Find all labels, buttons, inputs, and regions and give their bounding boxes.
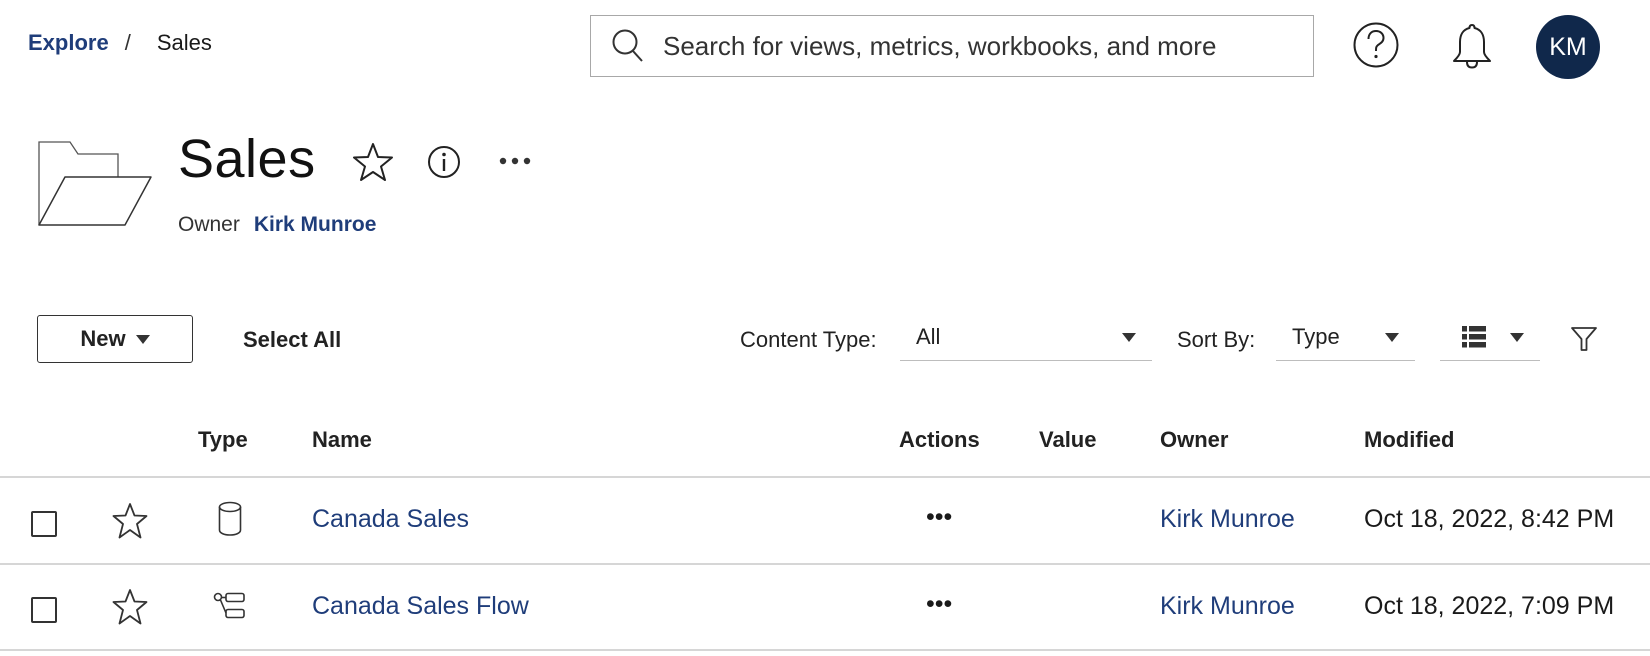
new-button-label: New <box>80 326 126 351</box>
bell-icon[interactable] <box>1448 20 1496 70</box>
content-type-label: Content Type: <box>740 327 877 352</box>
page-title: Sales <box>178 129 316 189</box>
column-header-modified[interactable]: Modified <box>1364 427 1454 453</box>
table-row: Canada Sales ••• Kirk Munroe Oct 18, 202… <box>0 478 1650 564</box>
column-header-value[interactable]: Value <box>1039 427 1096 453</box>
chevron-down-icon <box>1122 332 1136 342</box>
view-mode-select[interactable] <box>1440 314 1540 361</box>
data-source-cylinder-icon <box>218 501 242 536</box>
item-owner-link[interactable]: Kirk Munroe <box>1160 505 1295 534</box>
breadcrumb-explore-link[interactable]: Explore <box>28 30 109 56</box>
new-button[interactable]: New <box>37 315 193 363</box>
more-actions-icon[interactable]: ••• <box>926 503 952 532</box>
item-name-link[interactable]: Canada Sales Flow <box>312 592 529 621</box>
info-icon[interactable] <box>427 145 461 179</box>
breadcrumb-separator: / <box>124 30 131 55</box>
column-header-type[interactable]: Type <box>198 427 248 453</box>
item-owner-link[interactable]: Kirk Munroe <box>1160 592 1295 621</box>
sort-by-select[interactable]: Type <box>1276 314 1415 361</box>
content-type-value: All <box>916 324 941 349</box>
table-row: Canada Sales Flow ••• Kirk Munroe Oct 18… <box>0 565 1650 651</box>
chevron-down-icon <box>1510 332 1524 342</box>
chevron-down-icon <box>1385 332 1399 342</box>
column-header-owner[interactable]: Owner <box>1160 427 1228 453</box>
chevron-down-icon <box>135 334 150 344</box>
sort-by-value: Type <box>1292 324 1340 349</box>
row-checkbox[interactable] <box>31 597 57 623</box>
filter-icon[interactable] <box>1570 326 1598 352</box>
owner-label: Owner <box>178 213 240 236</box>
item-modified: Oct 18, 2022, 8:42 PM <box>1364 505 1615 533</box>
select-all-button[interactable]: Select All <box>243 327 341 353</box>
breadcrumb-current: Sales <box>156 30 212 55</box>
owner-link[interactable]: Kirk Munroe <box>254 213 377 237</box>
search-icon <box>612 29 643 62</box>
folder-open-icon <box>38 141 152 226</box>
divider <box>0 649 1650 651</box>
list-view-icon <box>1462 326 1486 348</box>
search-box[interactable] <box>590 15 1314 77</box>
favorite-star-icon[interactable] <box>352 142 394 182</box>
search-input[interactable] <box>663 30 1263 62</box>
user-avatar[interactable]: KM <box>1536 15 1600 79</box>
favorite-star-icon[interactable] <box>112 502 148 540</box>
item-name-link[interactable]: Canada Sales <box>312 505 469 534</box>
more-actions-icon[interactable] <box>499 155 531 167</box>
help-icon[interactable] <box>1352 21 1400 69</box>
flow-icon <box>213 592 245 619</box>
sort-by-label: Sort By: <box>1177 327 1256 352</box>
row-checkbox[interactable] <box>31 511 57 537</box>
owner-line: Owner Kirk Munroe <box>178 213 376 237</box>
favorite-star-icon[interactable] <box>112 588 148 626</box>
column-header-actions: Actions <box>899 427 980 452</box>
column-header-name[interactable]: Name <box>312 427 372 453</box>
content-type-select[interactable]: All <box>900 314 1152 361</box>
item-modified: Oct 18, 2022, 7:09 PM <box>1364 592 1615 620</box>
more-actions-icon[interactable]: ••• <box>926 590 952 619</box>
breadcrumb: Explore / Sales <box>28 30 212 56</box>
